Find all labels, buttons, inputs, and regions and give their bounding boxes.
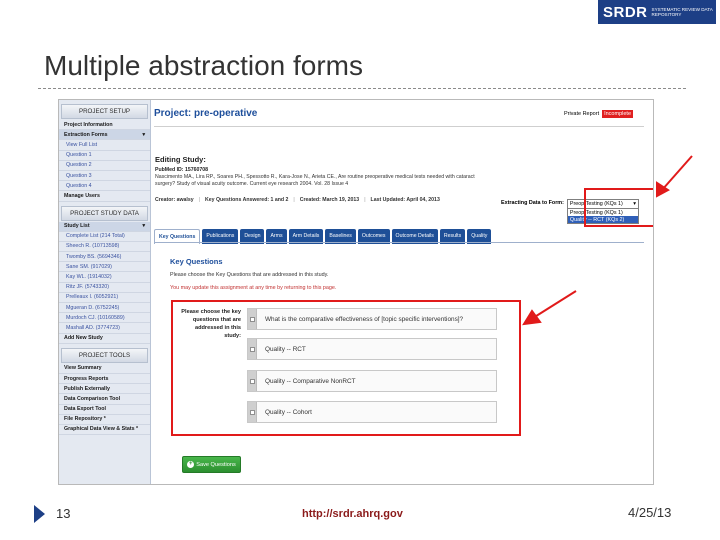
sidebar-item-study[interactable]: Sane SM. (917029) [59, 262, 150, 273]
sidebar-item-publish-externally[interactable]: Publish Externally [59, 384, 150, 395]
sidebar-item-progress-reports[interactable]: Progress Reports [59, 374, 150, 385]
sidebar-item-study[interactable]: Kay WL. (1914032) [59, 272, 150, 283]
srdr-logo: SRDR Systematic Review Data Repository [598, 0, 716, 24]
slide-title: Multiple abstraction forms [44, 50, 364, 81]
sidebar-item-view-summary[interactable]: View Summary [59, 364, 150, 374]
study-creator: Creator: awalsy [155, 197, 194, 203]
sidebar-item-add-new-study[interactable]: Add New Study [59, 334, 150, 344]
logo-text: SRDR [603, 3, 648, 21]
logo-subtitle: Systematic Review Data Repository [651, 7, 713, 17]
callout-box-form-selector [584, 188, 653, 227]
sidebar-item-data-export-tool[interactable]: Data Export Tool [59, 405, 150, 415]
editing-study-label: Editing Study: [155, 155, 206, 164]
key-questions-note: You may update this assignment at any ti… [170, 285, 337, 291]
tab-divider [154, 242, 644, 243]
main-content: Project: pre-operative Private Report In… [151, 100, 653, 484]
plus-icon: + [187, 461, 195, 468]
private-report-link[interactable]: Private Report [564, 111, 599, 117]
sidebar-item-study-list[interactable]: Study List ▾ [59, 221, 150, 232]
sidebar-item-question-3[interactable]: Question 3 [59, 171, 150, 182]
chevron-down-icon: ▾ [142, 223, 145, 230]
sidebar-item-graphical-data-view[interactable]: Graphical Data View & Stats * [59, 425, 150, 436]
pubmed-id: PubMed ID: 15760708 [155, 167, 209, 173]
chevron-down-icon: ▾ [142, 131, 145, 138]
arrow-to-form-selector [661, 155, 693, 191]
footer-triangle-icon [34, 505, 45, 523]
project-title: Project: pre-operative [154, 108, 258, 119]
sidebar-item-study[interactable]: Twomby BS. (5694346) [59, 252, 150, 263]
header-divider [154, 126, 644, 127]
private-report: Private Report Incomplete [564, 110, 633, 118]
project-setup-heading: PROJECT SETUP [61, 104, 148, 119]
key-questions-heading: Key Questions [170, 257, 223, 266]
sidebar-item-question-1[interactable]: Question 1 [59, 151, 150, 161]
sidebar-item-study[interactable]: Ritz JF. (5743320) [59, 283, 150, 293]
srdr-screenshot: PROJECT SETUP Project Information Extrac… [58, 99, 654, 485]
sidebar-item-view-full-list[interactable]: View Full List [59, 140, 150, 151]
footer-date: 4/25/13 [628, 505, 672, 520]
sidebar: PROJECT SETUP Project Information Extrac… [59, 100, 151, 484]
sidebar-item-project-information[interactable]: Project Information [59, 120, 150, 131]
study-created: Created: March 19, 2013 [299, 197, 360, 203]
sidebar-item-manage-users[interactable]: Manage Users [59, 191, 150, 202]
key-questions-description: Please choose the Key Questions that are… [170, 272, 329, 278]
study-updated: Last Updated: April 04, 2013 [370, 197, 440, 203]
project-tools-heading: PROJECT TOOLS [61, 347, 148, 363]
status-badge: Incomplete [602, 110, 633, 118]
sidebar-item-study[interactable]: Complete List (214 Total) [59, 232, 150, 242]
sidebar-item-study[interactable]: Murdoch CJ. (10160589) [59, 313, 150, 324]
sidebar-item-data-comparison-tool[interactable]: Data Comparison Tool [59, 394, 150, 405]
study-citation: Nascimento MA., Lira RP., Soares PH., Sp… [155, 174, 475, 187]
study-meta: Creator: awalsy | Key Questions Answered:… [155, 197, 440, 203]
title-divider [38, 88, 686, 89]
sidebar-item-study[interactable]: Mgueran D. (6752245) [59, 303, 150, 314]
sidebar-item-question-2[interactable]: Question 2 [59, 161, 150, 171]
sidebar-item-study[interactable]: Mashall AD. (3774723) [59, 323, 150, 334]
save-questions-button[interactable]: + Save Questions [182, 456, 241, 473]
project-study-data-heading: PROJECT STUDY DATA [61, 205, 148, 221]
sidebar-item-extraction-forms[interactable]: Extraction Forms ▾ [59, 130, 150, 141]
arrow-head-icon [656, 181, 670, 198]
callout-box-key-questions [171, 300, 521, 436]
extract-form-label: Extracting Data to Form: [501, 200, 564, 206]
sidebar-item-study[interactable]: Sheech R. (10713598) [59, 242, 150, 253]
sidebar-item-file-repository[interactable]: File Repository * [59, 415, 150, 425]
study-info: PubMed ID: 15760708 Nascimento MA., Lira… [155, 167, 495, 188]
slide-number: 13 [56, 506, 71, 521]
study-kq-answered: Key Questions Answered: 1 and 2 [205, 197, 289, 203]
sidebar-item-question-4[interactable]: Question 4 [59, 181, 150, 192]
footer-url[interactable]: http://srdr.ahrq.gov [302, 508, 403, 520]
sidebar-item-study[interactable]: Prelleaux I. (6052921) [59, 293, 150, 303]
